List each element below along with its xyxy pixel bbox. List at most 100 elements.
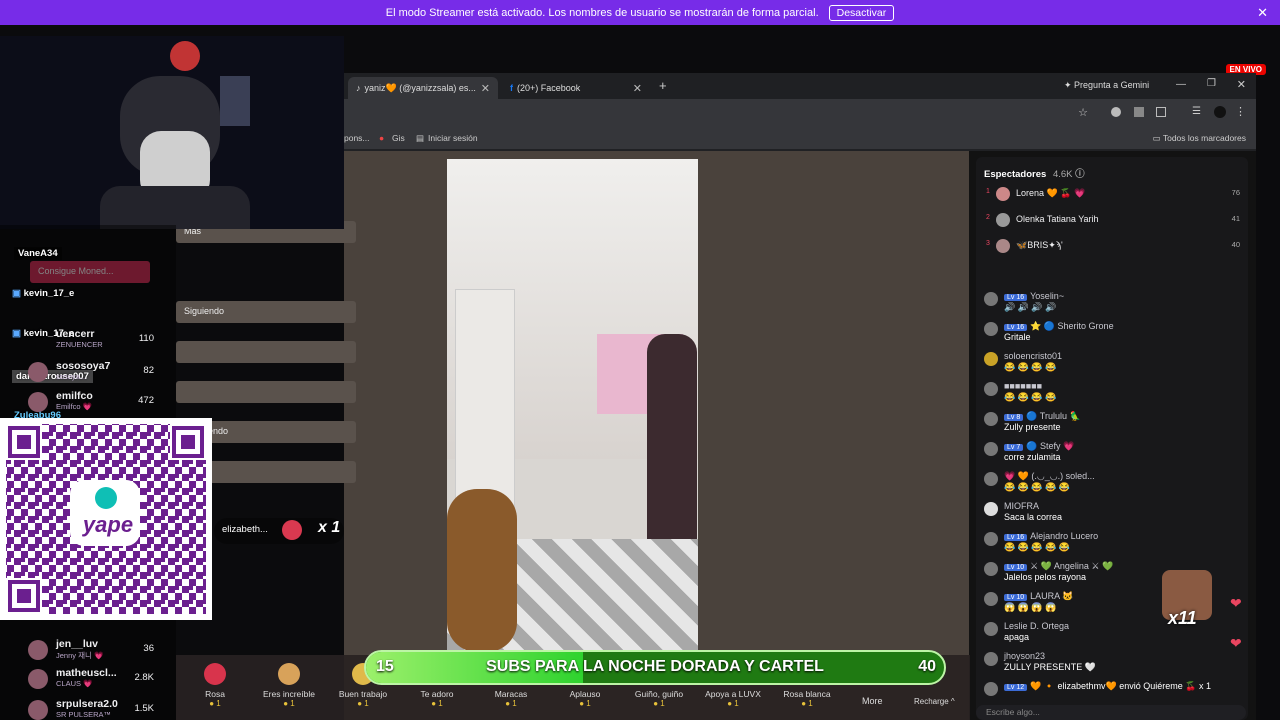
gift-message: Lv 12 🧡 🔸 elizabethmv🧡 envió Quiéreme 🍒 x… bbox=[984, 681, 1234, 697]
level-badge: Lv 16 bbox=[1004, 294, 1028, 301]
more-gifts-button[interactable]: More bbox=[862, 696, 883, 706]
gift-coins: ● 1 bbox=[727, 699, 739, 708]
chat-username: ⭐ 🔵 Sherito Grone bbox=[1030, 321, 1114, 331]
chat-message: Lv 16 ⭐ 🔵 Sherito Grone Gritale bbox=[984, 321, 1234, 347]
chat-user: Lv 10 ⚔ 💚 Angelina ⚔ 💚 bbox=[1004, 561, 1113, 572]
avatar bbox=[984, 322, 998, 336]
top-viewer-value: 41 bbox=[1231, 214, 1240, 223]
avatar bbox=[996, 239, 1010, 253]
minimize-icon[interactable]: — bbox=[1176, 79, 1186, 90]
folder-icon: ▭ bbox=[1152, 133, 1163, 143]
top-viewer-name: Lorena 🧡 🍒 💗 bbox=[1016, 188, 1086, 198]
list-item-sub: Jenny 재니 💗 bbox=[56, 651, 104, 660]
list-item-count: 2.8K bbox=[134, 672, 154, 683]
list-item-name: sososoya7 bbox=[56, 360, 111, 372]
avatar bbox=[984, 472, 998, 486]
bookmark-item[interactable]: Gis bbox=[392, 133, 405, 143]
chat-user: Lv 16 ⭐ 🔵 Sherito Grone bbox=[1004, 321, 1114, 332]
chat-message: 💗 🧡 (.◡_◡.) soled... 😂 😂 😂 😂 😂 bbox=[984, 471, 1234, 497]
list-item-count: 110 bbox=[138, 333, 154, 344]
top-viewer-row[interactable]: 3 🦋BRIS✦ϡ' 40 bbox=[984, 239, 1240, 260]
browser-toolbar: ☆ ☰ ⋮ bbox=[344, 99, 1256, 127]
top-viewer-row[interactable]: 1 Lorena 🧡 🍒 💗 76 bbox=[984, 187, 1240, 208]
user-icon: ▣ bbox=[12, 328, 24, 339]
list-item[interactable]: matheuscl... CLAUS 💗 2.8K bbox=[28, 667, 168, 689]
top-viewer-name: 🦋BRIS✦ϡ' bbox=[1016, 240, 1063, 250]
list-item-sub: SR PULSERA™ bbox=[56, 710, 112, 719]
gift-coins: ● 1 bbox=[209, 699, 221, 708]
list-item[interactable]: emilfco Emilfco 💗 472 bbox=[28, 390, 168, 412]
bookmark-star-icon[interactable]: ☆ bbox=[1078, 106, 1088, 119]
list-item-name: uencerr bbox=[56, 328, 95, 340]
gift-coins: ● 1 bbox=[801, 699, 813, 708]
chat-message: Lv 8 🔵 Trululu 🦜 Zully presente bbox=[984, 411, 1234, 437]
avatar bbox=[984, 562, 998, 576]
ghost-row bbox=[176, 341, 356, 363]
list-item[interactable]: sososoya7 sosoya... 82 bbox=[28, 360, 168, 382]
gemini-button[interactable]: ✦ Pregunta a Gemini bbox=[1064, 80, 1149, 91]
recharge-button[interactable]: Recharge ^ bbox=[914, 697, 955, 706]
restore-icon[interactable]: ❐ bbox=[1207, 78, 1216, 89]
chat-username: 💗 🧡 (.◡_◡.) soled... bbox=[1004, 471, 1095, 481]
live-video[interactable] bbox=[447, 159, 698, 652]
subscriber-goal-bar: 15 SUBS PARA LA NOCHE DORADA Y CARTEL 40 bbox=[364, 650, 946, 685]
deactivate-button[interactable]: Desactivar bbox=[828, 4, 895, 21]
chat-text: apaga bbox=[1004, 632, 1030, 642]
gift-item[interactable]: Eres increíble ● 1 bbox=[252, 655, 326, 720]
cat-icon bbox=[278, 663, 300, 685]
chat-username: ■■■■■■■ bbox=[1004, 381, 1043, 391]
avatar[interactable] bbox=[1214, 106, 1226, 118]
avatar bbox=[28, 392, 48, 412]
menu-icon[interactable]: ⋮ bbox=[1235, 105, 1246, 118]
gift-coins-value: 1 bbox=[438, 699, 443, 708]
chat-message: MIOFRA Saca la correa bbox=[984, 501, 1234, 527]
tab-facebook[interactable]: f (20+) Facebook ✕ bbox=[502, 77, 650, 99]
wardrobe bbox=[455, 289, 515, 519]
chat-text: 😂 😂 😂 😂 bbox=[1004, 362, 1057, 372]
close-icon[interactable]: ✕ bbox=[1257, 5, 1268, 21]
person-figure bbox=[647, 334, 697, 574]
close-tab-icon[interactable]: ✕ bbox=[481, 82, 490, 95]
top-viewer-row[interactable]: 2 Olenka Tatiana Yarih 41 bbox=[984, 213, 1240, 234]
close-tab-icon[interactable]: ✕ bbox=[633, 82, 642, 95]
all-bookmarks[interactable]: ▭ Todos los marcadores bbox=[1153, 133, 1246, 144]
bookmark-item[interactable]: pons... bbox=[344, 133, 370, 143]
chat-input[interactable]: Escribe algo... bbox=[976, 705, 1246, 720]
gift-label: Te adoro bbox=[420, 689, 454, 699]
window-close-icon[interactable]: ✕ bbox=[1237, 78, 1246, 91]
list-item-count: 1.5K bbox=[134, 703, 154, 714]
gift-item[interactable]: Rosa ● 1 bbox=[178, 655, 252, 720]
gift-coins-value: 1 bbox=[586, 699, 591, 708]
avatar bbox=[28, 669, 48, 689]
overlay-name: ▣ kevin_17_e bbox=[12, 288, 74, 299]
document-icon: ▤ bbox=[416, 133, 425, 143]
info-icon[interactable]: ⓘ bbox=[1075, 169, 1085, 180]
gift-coins-value: 1 bbox=[364, 699, 369, 708]
list-item-sub: Emilfco 💗 bbox=[56, 402, 93, 411]
extensions-puzzle-icon[interactable] bbox=[1156, 107, 1166, 117]
new-tab-icon[interactable]: + bbox=[659, 78, 667, 93]
teddy-bear bbox=[447, 489, 517, 652]
bookmark-item[interactable]: Iniciar sesión bbox=[428, 133, 478, 143]
chat-username: soloencristo01 bbox=[1004, 351, 1063, 361]
list-item-name: jen__luv bbox=[56, 638, 99, 650]
streamer-shoulders bbox=[100, 186, 250, 229]
top-viewer-name: Olenka Tatiana Yarih bbox=[1016, 214, 1099, 224]
list-item[interactable]: uencerr ZENUENCER 110 bbox=[28, 328, 168, 350]
chat-text: 😱 😱 😱 😱 bbox=[1004, 602, 1057, 612]
tab-label: (20+) Facebook bbox=[517, 83, 581, 93]
chat-message: ■■■■■■■ 😂 😂 😂 😂 bbox=[984, 381, 1234, 407]
heart-icon: ❤ bbox=[1230, 595, 1242, 611]
viewers-header: Espectadores 4.6K ⓘ bbox=[984, 166, 1085, 180]
bookmark-icon: ● bbox=[379, 133, 385, 143]
extension-icon[interactable] bbox=[1134, 107, 1144, 117]
list-item[interactable]: jen__luv Jenny 재니 💗 36 bbox=[28, 638, 168, 660]
extension-icon[interactable] bbox=[1111, 107, 1121, 117]
settings-sliders-icon[interactable]: ☰ bbox=[1192, 106, 1201, 117]
goal-text: SUBS PARA LA NOCHE DORADA Y CARTEL bbox=[486, 658, 824, 675]
chat-username: MIOFRA bbox=[1004, 501, 1039, 511]
tab-tiktok[interactable]: ♪ yaniz🧡 (@yanizzsala) es... ✕ bbox=[348, 77, 498, 99]
list-item-name: emilfco bbox=[56, 390, 93, 402]
gift-coins: ● 1 bbox=[579, 699, 591, 708]
list-item[interactable]: srpulsera2.0 SR PULSERA™ 1.5K bbox=[28, 698, 168, 720]
